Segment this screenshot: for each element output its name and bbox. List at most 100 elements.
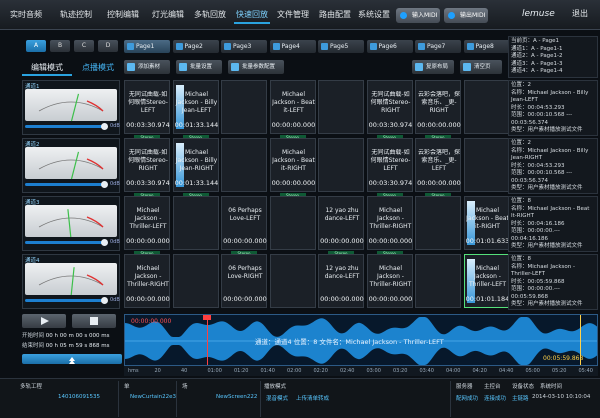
volume-slider[interactable]: [25, 183, 105, 186]
project-value: 140106091535: [58, 394, 100, 400]
clip-cell[interactable]: 云彩会落吧，探索音乐、_更-RIGHT 00:00:00.000: [415, 80, 461, 134]
volume-slider[interactable]: [25, 299, 105, 302]
stop-button[interactable]: [72, 314, 116, 328]
menu-item-1[interactable]: 轨迹控制: [56, 6, 96, 24]
batch-set-button[interactable]: 批量设置: [176, 60, 222, 74]
menu-item-6[interactable]: 文件管理: [274, 6, 312, 24]
clip-cell[interactable]: Michael Jackson - Thriller-LEFT 00:00:00.…: [124, 196, 170, 250]
menu-item-4[interactable]: 多轨回放: [190, 6, 230, 24]
end-marker[interactable]: [580, 315, 581, 365]
clip-time: 00:03:30.974: [368, 179, 413, 187]
volume-value: 0dB: [110, 297, 120, 303]
bank-button-b[interactable]: B: [50, 40, 70, 52]
clip-cell[interactable]: [415, 254, 461, 308]
volume-knob[interactable]: [101, 297, 108, 304]
clip-cell[interactable]: 无同试曲载-如何眼情Stereo-LEFT 00:03:30.974: [124, 80, 170, 134]
page-tab-label: Page1: [136, 43, 155, 50]
restore-layout-button[interactable]: 复原布局: [412, 60, 454, 74]
clip-cell[interactable]: Michael Jackson - Beat it-RIGHT 00:00:00.…: [269, 138, 316, 192]
play-button[interactable]: [22, 314, 66, 328]
page-tab-label: Page8: [475, 43, 494, 50]
start-marker[interactable]: [207, 315, 208, 365]
clip-cell[interactable]: 无同试曲载-如何眼情Stereo-LEFT 00:03:30.974: [366, 138, 413, 192]
clip-cell[interactable]: 12 yao zhu dance-LEFT 00:00:00.000: [318, 254, 364, 308]
clip-cell[interactable]: [415, 196, 461, 250]
clip-cell[interactable]: Michael Jackson - Thriller-LEFT 00:01:01.…: [463, 254, 510, 308]
page-tab-4[interactable]: Page4: [269, 40, 316, 53]
clip-cell[interactable]: Michael Jackson - Thriller-RIGHT 00:00:00…: [366, 254, 413, 308]
volume-knob[interactable]: [101, 181, 108, 188]
volume-knob[interactable]: [101, 123, 108, 130]
info-line: 类型：用户素材播放测试文件: [511, 127, 583, 133]
clip-cell[interactable]: [221, 138, 267, 192]
info-line: 类型：用户素材播放测试文件: [511, 185, 583, 191]
clip-cell[interactable]: Michael Jackson - Beat it-LEFT 00:00:00.0…: [269, 80, 316, 134]
ruler-tick-label: 01:20: [234, 368, 249, 374]
tab-click-mode[interactable]: 点播模式: [74, 60, 122, 76]
clip-cell[interactable]: Michael Jackson - Beat it-RIGHT 00:01:01.…: [463, 196, 510, 250]
menu-item-2[interactable]: 控制编辑: [102, 6, 144, 24]
volume-slider[interactable]: [25, 241, 105, 244]
clip-cell[interactable]: [221, 80, 267, 134]
play-mode-value: 混音模式: [266, 396, 289, 402]
page-tab-1[interactable]: Page1: [124, 40, 170, 53]
clip-cell[interactable]: [318, 138, 364, 192]
page-tab-5[interactable]: Page5: [318, 40, 364, 53]
clip-cell[interactable]: 云彩会落吧，探索音乐、_更-LEFT 00:00:00.000: [415, 138, 461, 192]
menu-item-7[interactable]: 路由配置: [316, 6, 354, 24]
meter-needle-graphic: [38, 209, 104, 237]
clip-cell[interactable]: Michael Jackson - Billy Jean-LEFT 00:01:3…: [172, 80, 219, 134]
info-line: 名称：Michael Jackson - Thriller-LEFT: [511, 263, 575, 278]
channel-strip: 通道2 0dB: [22, 138, 120, 193]
clip-cell[interactable]: [269, 196, 316, 250]
clip-cell[interactable]: 无同试曲载-如何眼情Stereo-RIGHT 00:03:30.974: [366, 80, 413, 134]
clip-time: 00:00:00.000: [368, 237, 413, 245]
exit-button[interactable]: 退出: [572, 8, 588, 19]
page-tab-7[interactable]: Page7: [415, 40, 461, 53]
clip-cell[interactable]: [463, 138, 510, 192]
volume-knob[interactable]: [101, 239, 108, 246]
bank-button-a[interactable]: A: [26, 40, 46, 52]
tab-edit-mode[interactable]: 编辑模式: [22, 60, 72, 76]
volume-slider[interactable]: [25, 125, 105, 128]
page-tab-6[interactable]: Page6: [366, 40, 413, 53]
menu-item-3[interactable]: 灯光编辑: [148, 6, 188, 24]
clip-time: 00:03:30.974: [126, 179, 170, 187]
clip-cell[interactable]: 06 Perhaps Love-RIGHT 00:00:00.000: [221, 254, 267, 308]
clip-time: 00:00:00.000: [417, 121, 461, 129]
menu-item-0[interactable]: 实时音频: [4, 6, 48, 24]
clip-cell[interactable]: [172, 254, 219, 308]
expand-button[interactable]: [22, 354, 122, 364]
end-time-value[interactable]: 00 h 05 m 59 s 868 ms: [46, 343, 110, 349]
stop-icon: [90, 317, 98, 325]
menu-item-5[interactable]: 快速回放: [234, 6, 270, 24]
clear-page-button[interactable]: 清空页: [460, 60, 502, 74]
clip-cell[interactable]: [269, 254, 316, 308]
clip-cell[interactable]: [463, 80, 510, 134]
start-marker-handle-icon[interactable]: [203, 315, 211, 320]
clip-cell[interactable]: Michael Jackson - Billy Jean-RIGHT 00:01:…: [172, 138, 219, 192]
status-bar: 多轨工程 140106091535 单 NewCurtain22e3 场 New…: [0, 378, 600, 418]
clip-cell[interactable]: 12 yao zhu dance-LEFT 00:00:00.000: [318, 196, 364, 250]
page-tab-8[interactable]: Page8: [463, 40, 510, 53]
clip-cell[interactable]: [172, 196, 219, 250]
page-tab-2[interactable]: Page2: [172, 40, 219, 53]
input-midi-button[interactable]: 输入MIDI: [396, 8, 440, 23]
info-line: 范围：00:00:00.--- 00:05:59.868: [511, 286, 560, 300]
batch-config-button[interactable]: 批量参数配置: [228, 60, 284, 74]
output-midi-button[interactable]: 输出MIDI: [444, 8, 488, 23]
waveform-view[interactable]: 00:00:00.000 00:05:59.868 通道：通道4 位置：8 文件…: [124, 314, 598, 366]
clip-time: 00:01:01.633: [465, 237, 510, 245]
clip-cell[interactable]: 无同试曲载-如何眼情Stereo-RIGHT 00:03:30.974: [124, 138, 170, 192]
clip-cell[interactable]: Michael Jackson - Thriller-RIGHT 00:00:00…: [366, 196, 413, 250]
bank-button-d[interactable]: D: [98, 40, 118, 52]
menu-item-8[interactable]: 系统设置: [356, 6, 392, 24]
clip-name: 无同试曲载-如何眼情Stereo-RIGHT: [370, 91, 411, 114]
bank-button-c[interactable]: C: [74, 40, 94, 52]
page-tab-3[interactable]: Page3: [221, 40, 267, 53]
start-time-value[interactable]: 00 h 00 m 00 s 000 ms: [46, 333, 110, 339]
clip-cell[interactable]: Michael Jackson - Thriller-RIGHT 00:00:00…: [124, 254, 170, 308]
clip-cell[interactable]: [318, 80, 364, 134]
add-material-button[interactable]: 添加素材: [124, 60, 170, 74]
clip-cell[interactable]: 06 Perhaps Love-LEFT 00:00:00.000: [221, 196, 267, 250]
